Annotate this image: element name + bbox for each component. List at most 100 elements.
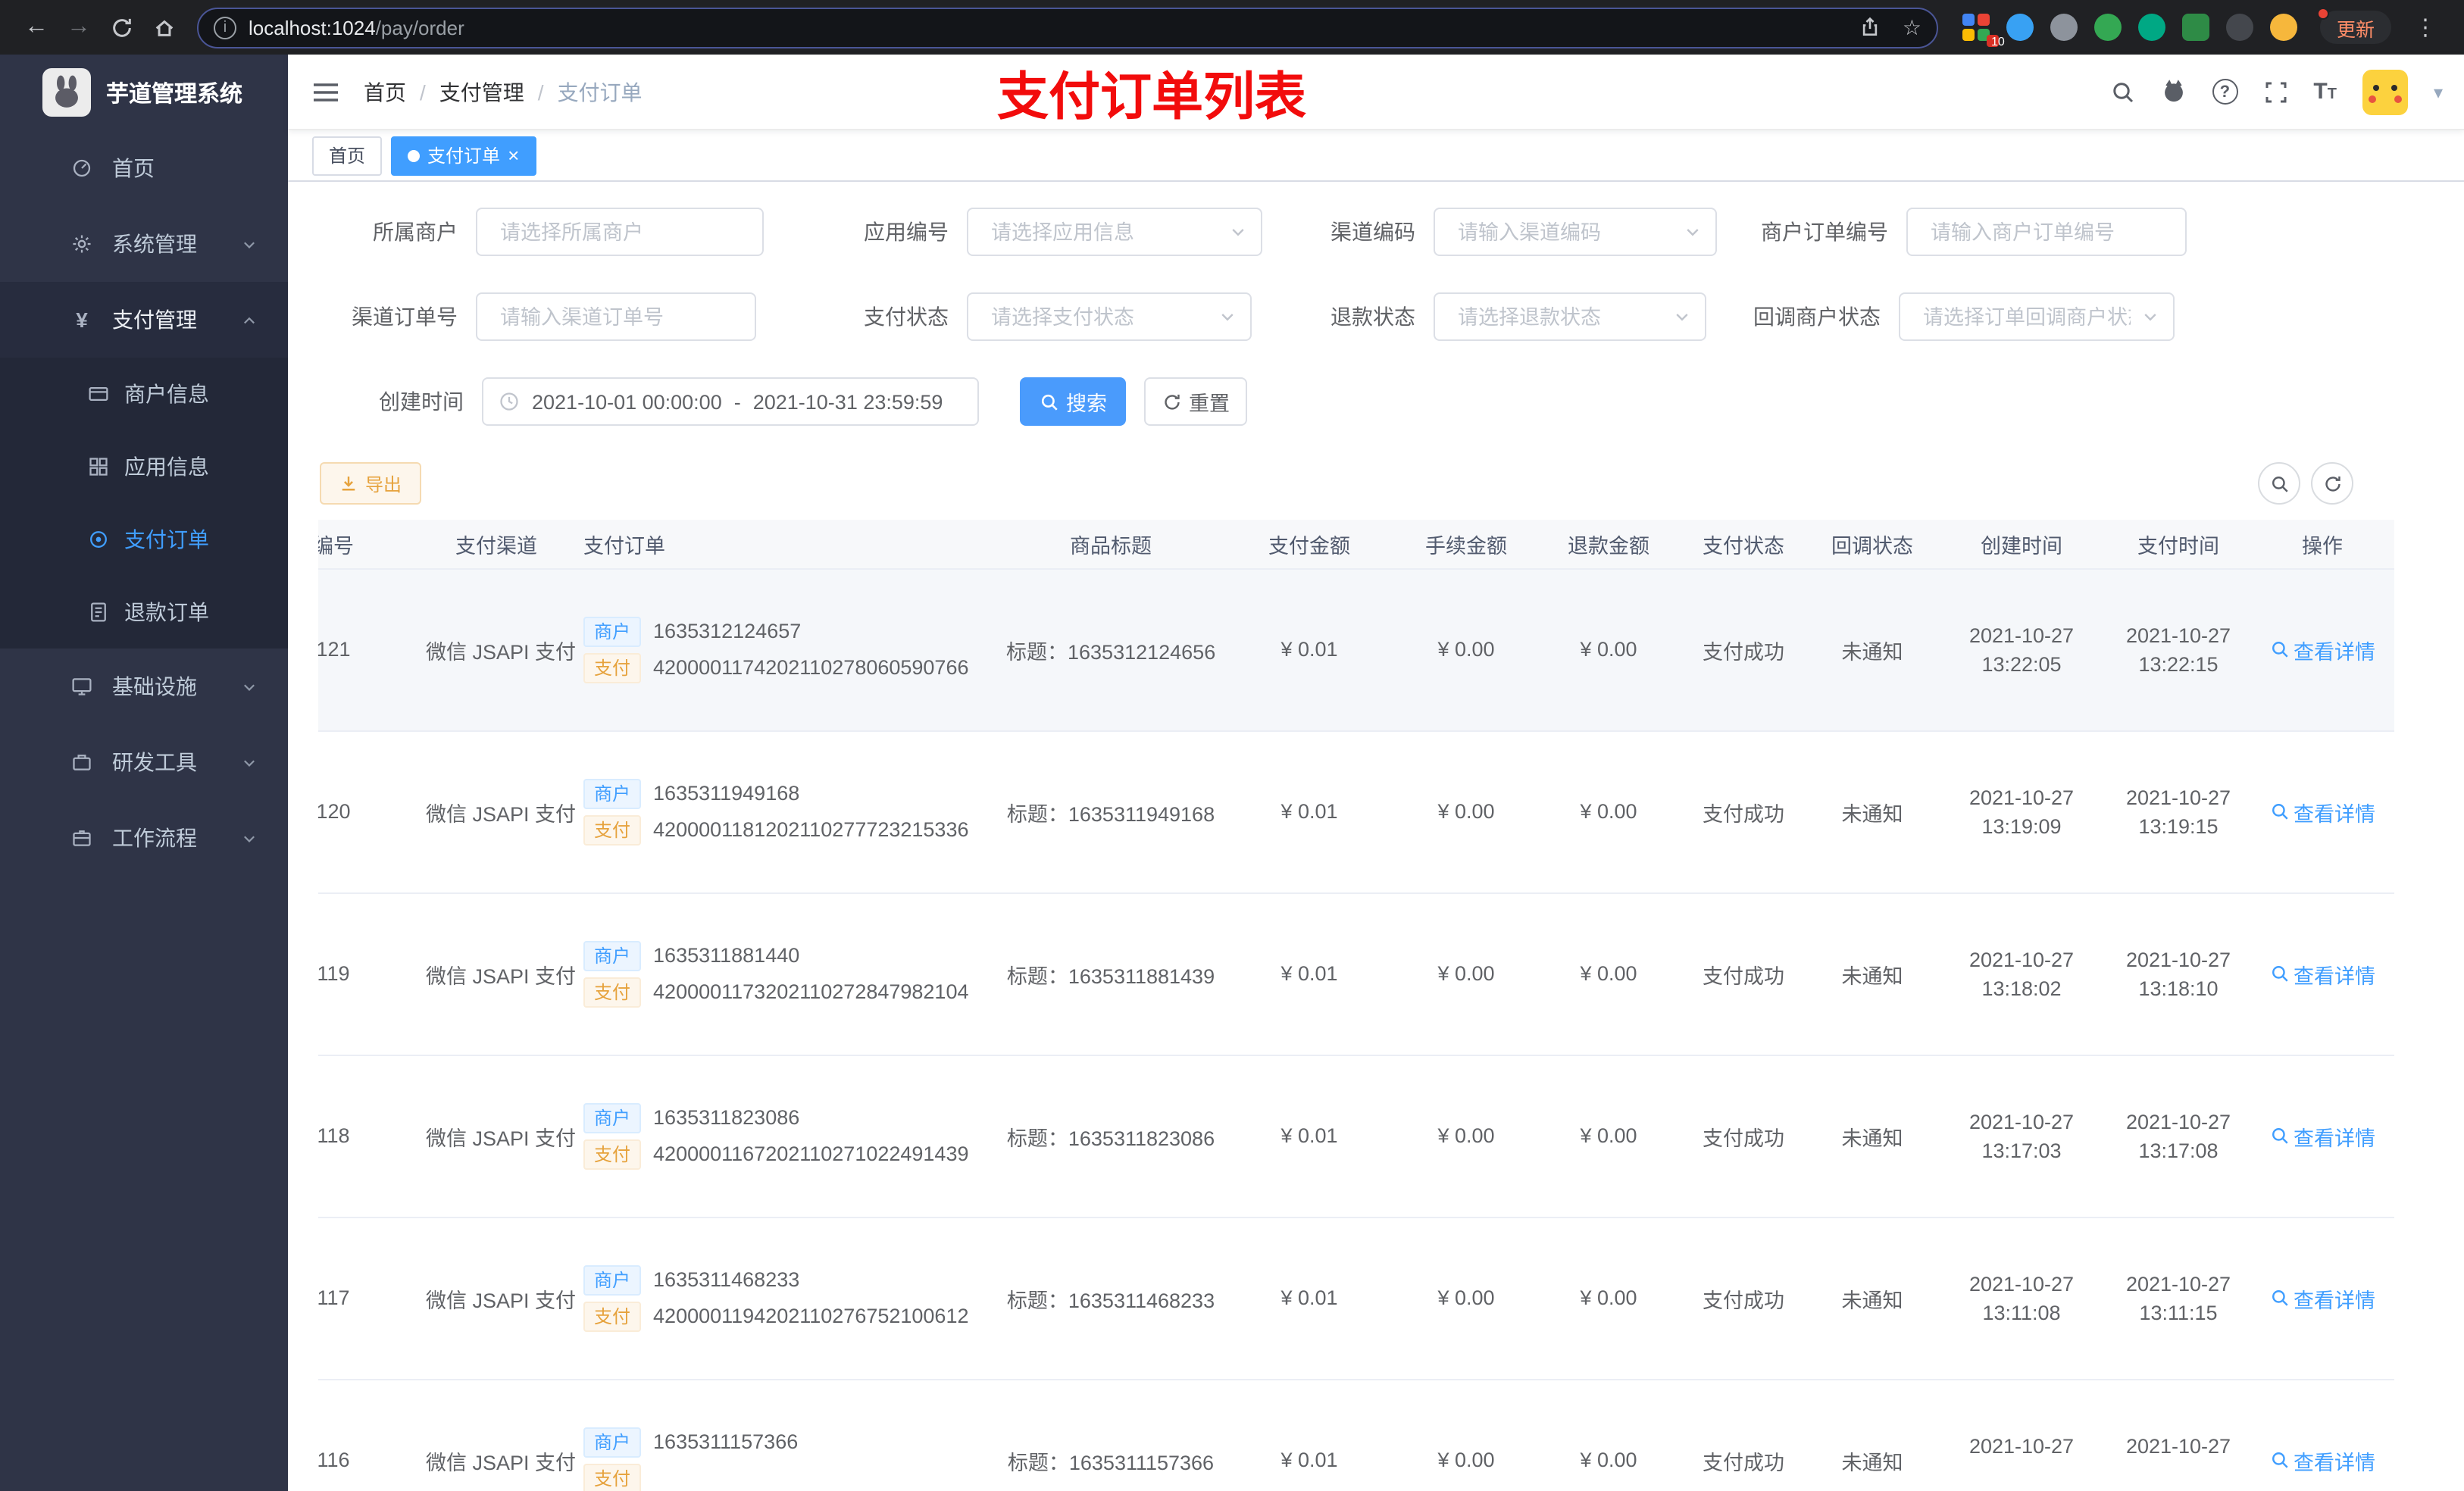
- browser-update-button[interactable]: 更新: [2316, 8, 2391, 44]
- order-id-cell: 120: [318, 730, 417, 893]
- breadcrumb-home[interactable]: 首页: [364, 77, 406, 107]
- view-detail-link[interactable]: 查看详情: [2269, 1445, 2375, 1475]
- col-header-order: 支付订单: [576, 520, 997, 569]
- github-icon[interactable]: [2160, 79, 2186, 105]
- filter-refund-status: 退款状态: [1267, 292, 1706, 341]
- view-detail-link[interactable]: 查看详情: [2269, 1121, 2375, 1151]
- sidebar-item-infra[interactable]: 基础设施: [0, 649, 288, 724]
- filter-channel-order-no: 渠道订单号: [309, 292, 756, 341]
- refresh-table-button[interactable]: [2311, 462, 2353, 505]
- extension-pin-icon[interactable]: [2006, 14, 2034, 41]
- pay-time-cell: 2021-10-27 13:17:08: [2106, 1055, 2250, 1217]
- date-end: 2021-10-31 23:59:59: [752, 390, 943, 413]
- actions-cell: 查看详情: [2250, 1217, 2394, 1380]
- breadcrumb-separator: /: [537, 80, 544, 104]
- actions-cell: 查看详情: [2250, 892, 2394, 1055]
- extension-avatar-icon[interactable]: [2269, 14, 2297, 41]
- sidebar-item-home[interactable]: 首页: [0, 130, 288, 206]
- merchant-order-no-input[interactable]: [1908, 209, 2185, 255]
- create-time-cell: 2021-10-27: [1937, 1379, 2106, 1491]
- notify-status-select[interactable]: [1900, 294, 2173, 339]
- payment-order-cell: 商户 1635312124657 支付 42000011742021102780…: [576, 568, 997, 731]
- export-button[interactable]: 导出: [320, 462, 422, 505]
- update-label: 更新: [2336, 19, 2375, 40]
- sidebar-item-system[interactable]: 系统管理: [0, 206, 288, 282]
- help-icon[interactable]: ?: [2212, 79, 2238, 105]
- reset-button[interactable]: 重置: [1144, 377, 1247, 426]
- pay-status-select[interactable]: [968, 294, 1250, 339]
- address-bar[interactable]: i localhost:1024/pay/order ☆: [197, 7, 1938, 48]
- col-header-pay-time: 支付时间: [2106, 520, 2250, 569]
- extension-circle-icon[interactable]: [2050, 14, 2078, 41]
- tab-pay-order[interactable]: 支付订单 ×: [391, 136, 536, 175]
- browser-home-button[interactable]: [142, 6, 185, 48]
- close-icon[interactable]: ×: [508, 145, 519, 165]
- merchant-tag: 商户: [583, 1102, 642, 1133]
- top-navbar: 首页 / 支付管理 / 支付订单 支付订单列表 ? TT ▾: [288, 55, 2464, 130]
- breadcrumb-separator: /: [420, 80, 426, 104]
- breadcrumb-payment[interactable]: 支付管理: [439, 77, 524, 107]
- view-detail-link[interactable]: 查看详情: [2269, 958, 2375, 989]
- page-content: 所属商户 应用编号 渠道编码 商户订单编号: [288, 182, 2464, 1491]
- date-range-input[interactable]: 2021-10-01 00:00:00 - 2021-10-31 23:59:5…: [482, 377, 979, 426]
- view-detail-link[interactable]: 查看详情: [2269, 1283, 2375, 1313]
- payment-order-cell: 商户 1635311949168 支付 42000011812021102777…: [576, 730, 997, 893]
- filter-label: 应用编号: [864, 220, 949, 244]
- filter-app-id: 应用编号: [800, 208, 1262, 256]
- view-detail-link[interactable]: 查看详情: [2269, 634, 2375, 664]
- extension-puzzle-icon[interactable]: [2225, 14, 2253, 41]
- browser-forward-button[interactable]: →: [58, 6, 100, 48]
- search-button[interactable]: 搜索: [1020, 377, 1126, 426]
- merchant-order-no: 1635311881440: [653, 944, 800, 967]
- channel-order-no: 4200001174202110278060590766: [653, 656, 969, 679]
- view-detail-link[interactable]: 查看详情: [2269, 796, 2375, 827]
- merchant-tag: 商户: [583, 1264, 642, 1295]
- chevron-down-icon[interactable]: ▾: [2434, 81, 2443, 102]
- filter-pay-status: 支付状态: [800, 292, 1252, 341]
- filter-create-time: 创建时间 2021-10-01 00:00:00 - 2021-10-31 23…: [315, 377, 979, 426]
- refund-status-select[interactable]: [1435, 294, 1705, 339]
- table-row: 121 微信 JSAPI 支付 商户 1635312124657 支付 4200…: [318, 568, 2394, 731]
- pay-time-cell: 2021-10-27 13:19:15: [2106, 730, 2250, 893]
- site-info-icon[interactable]: i: [214, 16, 236, 39]
- sidebar-item-app-info[interactable]: 应用信息: [0, 430, 288, 503]
- tab-home[interactable]: 首页: [312, 136, 383, 175]
- sidebar-item-pay-order[interactable]: 支付订单: [0, 503, 288, 576]
- toggle-search-button[interactable]: [2258, 462, 2300, 505]
- sidebar-item-workflow[interactable]: 工作流程: [0, 800, 288, 876]
- extension-grid-icon[interactable]: 10: [1962, 14, 2005, 48]
- merchant-tag: 商户: [583, 940, 642, 971]
- sidebar-item-refund-order[interactable]: 退款订单: [0, 576, 288, 649]
- extension-circle-icon[interactable]: [2093, 14, 2122, 41]
- merchant-input[interactable]: [477, 209, 762, 255]
- sidebar-item-merchant-info[interactable]: 商户信息: [0, 358, 288, 430]
- channel-code-select[interactable]: [1435, 209, 1715, 255]
- fullscreen-icon[interactable]: [2263, 80, 2287, 104]
- bookmark-star-icon[interactable]: ☆: [1903, 14, 1921, 40]
- product-title-cell: 标题：1635312124656: [997, 568, 1224, 731]
- browser-refresh-button[interactable]: [100, 6, 142, 48]
- search-icon[interactable]: [2110, 80, 2134, 104]
- sidebar-item-dev-tools[interactable]: 研发工具: [0, 724, 288, 800]
- filter-merchant-order-no: 商户订单编号: [1740, 208, 2187, 256]
- browser-menu-icon[interactable]: ⋮: [2408, 14, 2443, 41]
- app-id-select[interactable]: [968, 209, 1261, 255]
- font-size-icon[interactable]: TT: [2313, 79, 2337, 105]
- browser-back-button[interactable]: ←: [15, 6, 58, 48]
- pay-tag: 支付: [583, 1463, 642, 1491]
- tags-view-bar: 首页 支付订单 ×: [288, 130, 2464, 182]
- chevron-down-icon: [241, 236, 258, 252]
- sidebar-item-label: 退款订单: [124, 600, 209, 624]
- sidebar-toggle-icon[interactable]: [312, 80, 339, 104]
- chevron-down-icon: [1218, 308, 1237, 326]
- merchant-order-no: 1635311157366: [653, 1430, 799, 1453]
- clock-icon: [499, 391, 520, 412]
- refund-amount-cell: ¥ 0.00: [1538, 730, 1679, 893]
- share-icon[interactable]: [1860, 17, 1881, 38]
- notify-status-cell: 未通知: [1808, 892, 1937, 1055]
- avatar[interactable]: [2362, 69, 2408, 114]
- sidebar-item-payment[interactable]: ¥ 支付管理: [0, 282, 288, 358]
- extension-chat-icon[interactable]: [2181, 14, 2209, 41]
- channel-order-no-input[interactable]: [477, 294, 755, 339]
- extension-check-icon[interactable]: [2137, 14, 2165, 41]
